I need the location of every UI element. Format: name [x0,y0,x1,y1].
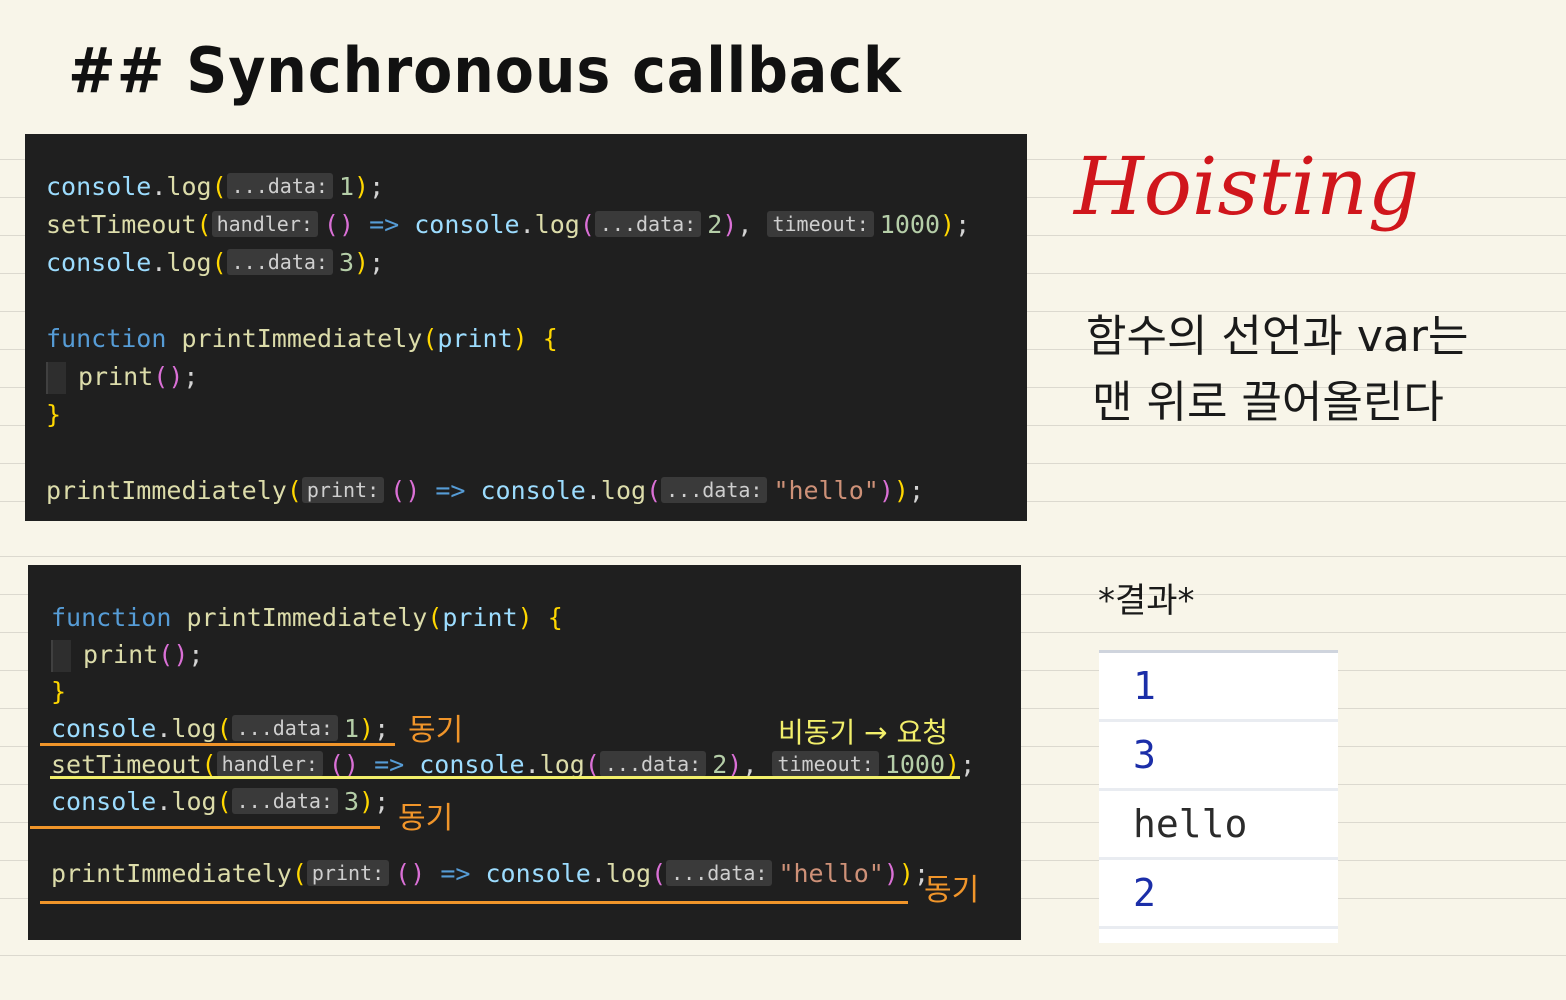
code-line: console.log(...data: 1); [51,714,390,743]
code-line: } [51,677,67,706]
output-line: 3 [1099,722,1338,791]
code-line: function printImmediately(print) { [46,324,558,353]
hoisting-note-line2: 맨 위로 끌어올린다 [1092,377,1444,428]
param-hint: print: [306,860,390,886]
param-hint: ...data: [594,211,702,237]
code-line: printImmediately(print:() => console.log… [46,476,924,505]
code-line: console.log(...data: 3); [51,787,390,816]
sync-underline [40,743,395,746]
param-hint: ...data: [599,751,707,777]
ruled-line [0,955,1566,956]
param-hint: ...data: [226,173,333,199]
param-hint: timeout: [772,751,879,777]
param-hint: timeout: [767,211,874,237]
code-line: function printImmediately(print) { [51,603,563,632]
param-hint: print: [301,477,385,503]
code-line: print(); [46,360,198,394]
async-underline [50,776,960,779]
indent-guide [51,640,71,672]
hoisting-note-line1: 함수의 선언과 var는 [1086,311,1469,362]
page-heading: ## Synchronous callback [68,34,902,107]
param-hint: handler: [211,211,318,237]
code-line: print(); [51,638,203,672]
indent-guide [46,362,66,394]
ruled-line [0,556,1566,557]
code-line: } [46,400,62,429]
result-label: *결과* [1098,581,1195,621]
code-panel-bottom: function printImmediately(print) { print… [28,565,1021,940]
hoisting-title: Hoisting [1074,140,1420,233]
sync-underline [40,901,908,904]
param-hint: ...data: [666,860,773,886]
param-hint: handler: [216,751,323,777]
code-panel-top: console.log(...data: 1); setTimeout(handl… [25,134,1027,521]
output-line: hello [1099,791,1338,860]
code-line: console.log(...data: 3); [46,248,385,277]
code-line: printImmediately(print:() => console.log… [51,859,929,888]
sync-note: 동기 [924,873,980,908]
async-note: 비동기 → 요청 [778,716,949,749]
output-line: 1 [1099,653,1338,722]
param-hint: ...data: [226,249,333,275]
sync-underline [30,826,380,829]
param-hint: ...data: [661,477,768,503]
param-hint: ...data: [231,788,338,814]
output-line: 2 [1099,860,1338,929]
param-hint: ...data: [231,715,338,741]
console-output: 1 3 hello 2 [1099,650,1338,943]
code-line: console.log(...data: 1); [46,172,385,201]
code-line: setTimeout(handler:() => console.log(...… [46,210,971,239]
sync-note: 동기 [398,801,454,836]
sync-note: 동기 [408,713,464,748]
